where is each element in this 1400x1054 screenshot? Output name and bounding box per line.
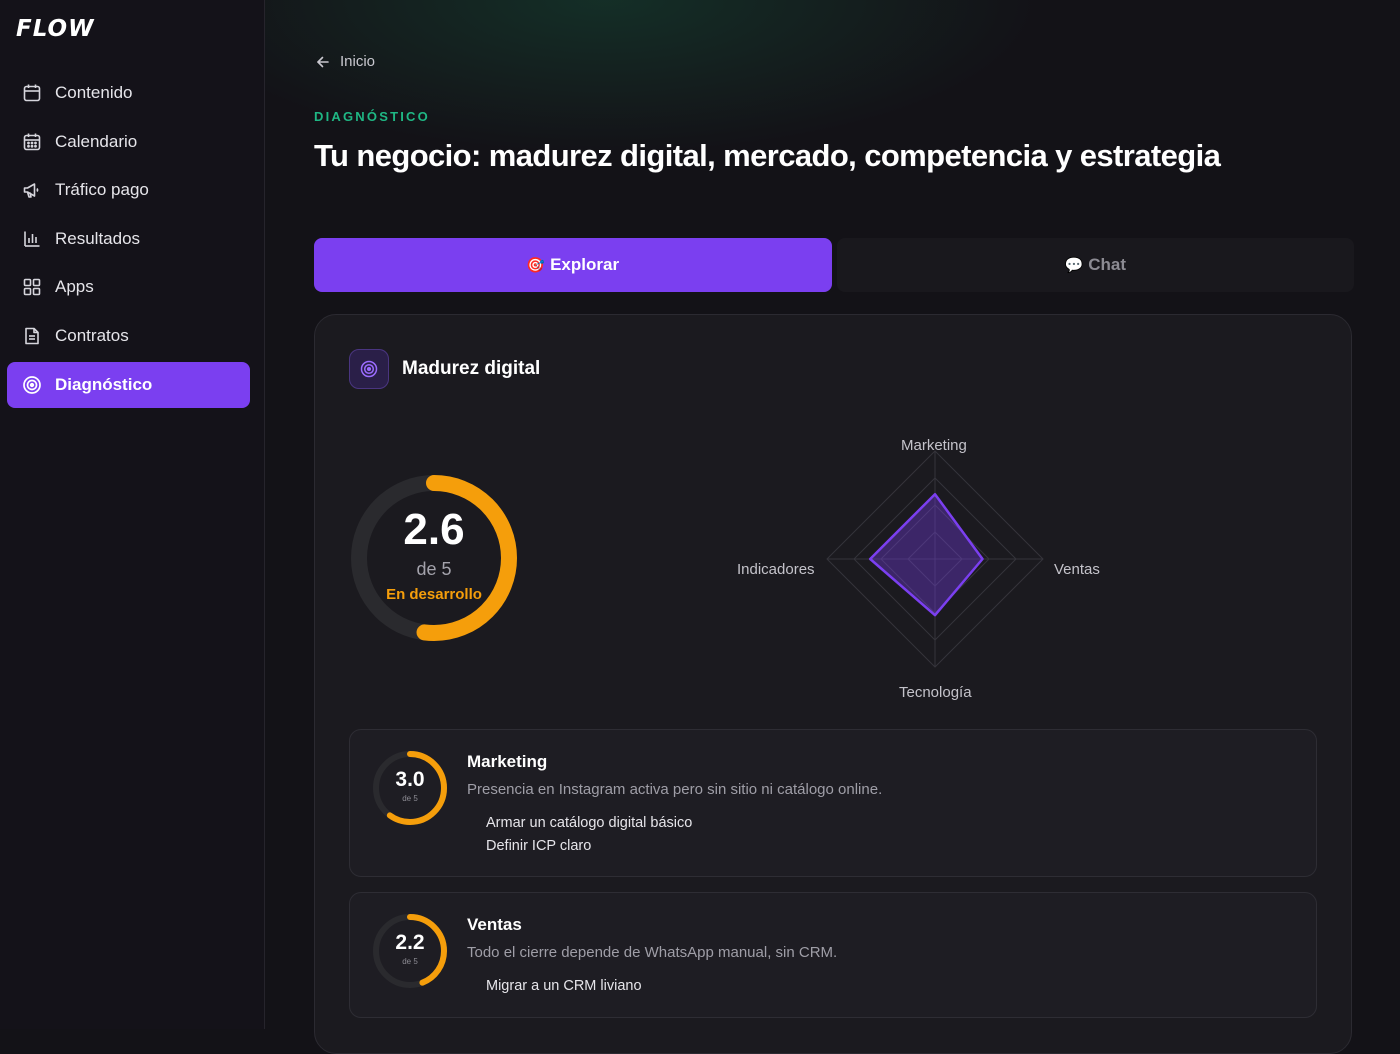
area-title: Ventas: [467, 915, 522, 934]
calendar-icon: [22, 83, 42, 103]
overall-score-gauge: 2.6 de 5 En desarrollo: [349, 473, 519, 643]
radar-label-marketing: Marketing: [901, 437, 967, 454]
sidebar-item-diagnostico[interactable]: Diagnóstico: [7, 361, 250, 408]
sidebar-item-label: Contenido: [55, 83, 133, 102]
arrow-left-icon: [317, 56, 329, 67]
area-score: 2.2: [395, 931, 425, 954]
calendar-grid-icon: [22, 132, 42, 152]
area-score-scale: de 5: [402, 957, 418, 966]
sidebar-item-apps[interactable]: Apps: [7, 264, 250, 310]
area-score-gauge: 2.2 de 5: [370, 911, 450, 991]
sidebar-nav: Contenido Calendario Tráfico pago Result…: [7, 70, 250, 410]
area-actions: Migrar a un CRM liviano: [486, 975, 642, 998]
overall-score-scale: de 5: [416, 559, 452, 579]
target-emoji-icon: 🎯: [526, 257, 546, 274]
sidebar-item-contenido[interactable]: Contenido: [7, 70, 250, 116]
megaphone-icon: [22, 180, 42, 200]
sidebar: FLOW Contenido Calendario Tráfico pago R…: [0, 0, 265, 1029]
maturity-status: En desarrollo: [386, 586, 482, 603]
section-eyebrow: DIAGNÓSTICO: [314, 109, 430, 124]
document-icon: [22, 326, 42, 346]
back-link[interactable]: Inicio: [315, 53, 375, 70]
sidebar-item-label: Diagnóstico: [55, 374, 153, 394]
radar-series-area: [868, 492, 984, 617]
tab-explorar[interactable]: 🎯 Explorar: [314, 238, 832, 292]
tab-label: Explorar: [550, 255, 620, 274]
grid-icon: [22, 277, 42, 297]
area-score: 3.0: [395, 768, 425, 791]
page-title: Tu negocio: madurez digital, mercado, co…: [314, 138, 1221, 173]
area-actions: Armar un catálogo digital básico Definir…: [486, 812, 692, 858]
sidebar-item-label: Apps: [55, 277, 94, 297]
view-tabs: 🎯 Explorar 💬 Chat: [314, 238, 1354, 292]
maturity-radar-chart: Marketing Ventas Tecnología Indicadores: [715, 430, 1155, 710]
area-description: Presencia en Instagram activa pero sin s…: [467, 781, 883, 798]
card-header: Madurez digital: [349, 349, 540, 389]
target-icon: [349, 349, 389, 389]
tab-label: Chat: [1088, 255, 1126, 274]
digital-maturity-card: Madurez digital 2.6 de 5 En desarrollo M…: [314, 314, 1352, 1054]
radar-label-tecnologia: Tecnología: [899, 684, 972, 701]
sidebar-item-resultados[interactable]: Resultados: [7, 216, 250, 262]
area-card-marketing: 3.0 de 5 Marketing Presencia en Instagra…: [349, 729, 1317, 877]
area-card-ventas: 2.2 de 5 Ventas Todo el cierre depende d…: [349, 892, 1317, 1018]
area-score-scale: de 5: [402, 794, 418, 803]
sidebar-item-label: Resultados: [55, 228, 141, 248]
sidebar-item-label: Tráfico pago: [55, 180, 149, 200]
tab-chat[interactable]: 💬 Chat: [836, 238, 1354, 292]
area-description: Todo el cierre depende de WhatsApp manua…: [467, 944, 838, 961]
sidebar-item-calendario[interactable]: Calendario: [7, 119, 250, 165]
area-score-gauge: 3.0 de 5: [370, 748, 450, 828]
back-link-label: Inicio: [340, 53, 376, 70]
radar-label-indicadores: Indicadores: [737, 561, 815, 578]
overall-score: 2.6: [403, 505, 465, 554]
sidebar-item-label: Contratos: [55, 325, 129, 345]
target-icon: [22, 375, 42, 395]
bar-chart-icon: [22, 229, 42, 249]
flow-logo[interactable]: FLOW: [16, 16, 94, 42]
area-action-item: Definir ICP claro: [486, 838, 592, 854]
sidebar-item-label: Calendario: [55, 131, 138, 151]
sidebar-item-trafico-pago[interactable]: Tráfico pago: [7, 167, 250, 213]
speech-bubble-icon: 💬: [1064, 257, 1084, 274]
sidebar-item-contratos[interactable]: Contratos: [7, 313, 250, 359]
area-title: Marketing: [467, 752, 548, 771]
card-title: Madurez digital: [402, 358, 541, 379]
area-action-item: Armar un catálogo digital básico: [486, 815, 693, 831]
radar-label-ventas: Ventas: [1054, 561, 1100, 578]
main-content: Inicio DIAGNÓSTICO Tu negocio: madurez d…: [265, 0, 1400, 1054]
area-action-item: Migrar a un CRM liviano: [486, 978, 642, 994]
